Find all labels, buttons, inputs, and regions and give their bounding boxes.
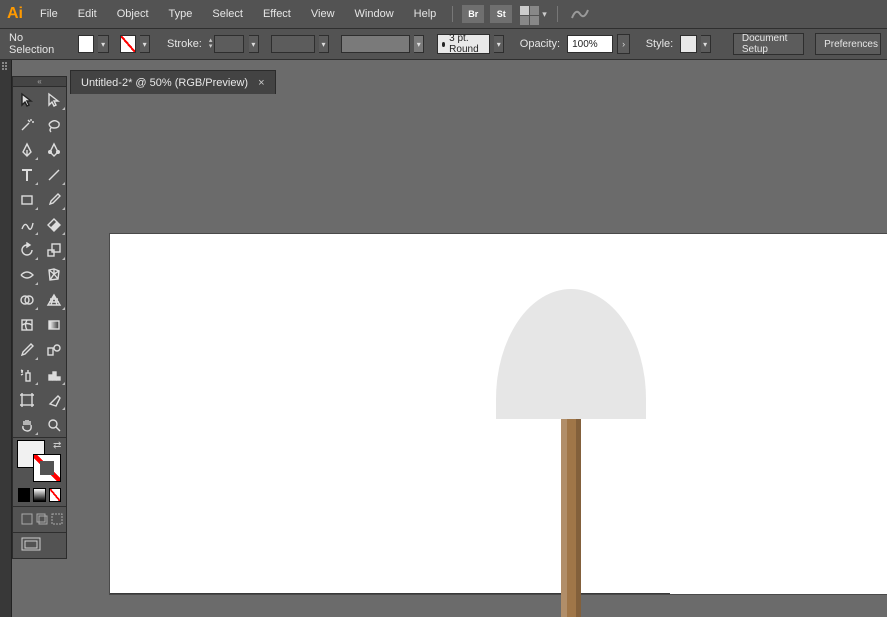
stroke-color-box[interactable]	[33, 454, 61, 482]
column-graph-tool[interactable]	[40, 362, 67, 387]
menu-object[interactable]: Object	[107, 0, 159, 28]
shovel-handle-shape[interactable]	[561, 409, 581, 617]
slice-tool[interactable]	[40, 387, 67, 412]
opacity-label: Opacity:	[517, 38, 563, 50]
stroke-swatch[interactable]	[120, 35, 136, 53]
menu-type[interactable]: Type	[159, 0, 203, 28]
disabled-field	[341, 35, 410, 53]
disabled-dropdown: ▾	[414, 35, 424, 53]
free-transform-tool[interactable]	[40, 262, 67, 287]
opacity-field[interactable]: 100%	[567, 35, 613, 53]
color-solid-button[interactable]	[18, 488, 30, 502]
menu-effect[interactable]: Effect	[253, 0, 301, 28]
dock-strip[interactable]	[0, 60, 12, 617]
artwork-shovel[interactable]	[496, 289, 646, 617]
zoom-tool[interactable]	[40, 412, 67, 437]
rotate-tool[interactable]	[13, 237, 40, 262]
screen-mode-button[interactable]	[13, 533, 66, 558]
menu-file[interactable]: File	[30, 0, 68, 28]
stock-button[interactable]: St	[490, 5, 512, 23]
fill-dropdown[interactable]: ▾	[98, 35, 108, 53]
lasso-tool[interactable]	[40, 112, 67, 137]
swap-fill-stroke-icon[interactable]: ⇄	[53, 440, 61, 451]
magic-wand-tool[interactable]	[13, 112, 40, 137]
fill-swatch[interactable]	[78, 35, 94, 53]
shape-builder-tool[interactable]	[13, 287, 40, 312]
perspective-grid-tool[interactable]	[40, 287, 67, 312]
style-dropdown[interactable]: ▾	[701, 35, 711, 53]
brush-dropdown[interactable]: ▾	[494, 35, 504, 53]
menu-view[interactable]: View	[301, 0, 345, 28]
shovel-head-shape[interactable]	[496, 289, 646, 419]
paintbrush-tool[interactable]	[40, 187, 67, 212]
style-label: Style:	[643, 38, 677, 50]
menu-edit[interactable]: Edit	[68, 0, 107, 28]
draw-behind-icon[interactable]	[36, 513, 48, 528]
stroke-weight-dropdown[interactable]: ▾	[249, 35, 259, 53]
canvas-viewport[interactable]	[70, 94, 887, 617]
shaper-tool[interactable]	[13, 212, 40, 237]
gpu-performance-icon[interactable]	[570, 6, 590, 23]
variable-width-profile[interactable]	[271, 35, 315, 53]
menu-select[interactable]: Select	[202, 0, 253, 28]
opacity-flyout[interactable]: ›	[617, 34, 630, 54]
grip-icon	[2, 62, 10, 70]
eyedropper-tool[interactable]	[13, 337, 40, 362]
gradient-tool[interactable]	[40, 312, 67, 337]
eraser-tool[interactable]	[40, 212, 67, 237]
draw-mode-row	[13, 507, 66, 532]
app-logo: Ai	[0, 0, 30, 28]
color-none-button[interactable]	[49, 488, 61, 502]
menu-separator-2	[557, 6, 558, 22]
close-tab-icon[interactable]: ×	[258, 77, 264, 89]
menu-help[interactable]: Help	[404, 0, 447, 28]
fill-stroke-control[interactable]: ⇄	[13, 438, 66, 484]
hand-tool[interactable]	[13, 412, 40, 437]
menu-separator	[452, 6, 453, 22]
arrange-documents-button[interactable]: ▾	[519, 5, 547, 24]
draw-normal-icon[interactable]	[21, 513, 33, 528]
stroke-label: Stroke:	[164, 38, 205, 50]
workspace: «	[0, 60, 887, 617]
line-segment-tool[interactable]	[40, 162, 67, 187]
options-bar: No Selection ▾ ▾ Stroke: ▴▾ ▾ ▾ ▾ 3 pt. …	[0, 28, 887, 60]
selection-status: No Selection	[6, 32, 57, 56]
color-gradient-button[interactable]	[33, 488, 45, 502]
preferences-button[interactable]: Preferences	[815, 33, 881, 55]
variable-width-dropdown[interactable]: ▾	[319, 35, 329, 53]
graphic-style-swatch[interactable]	[680, 35, 696, 53]
mesh-tool[interactable]	[13, 312, 40, 337]
curvature-tool[interactable]	[40, 137, 67, 162]
width-tool[interactable]	[13, 262, 40, 287]
document-tab-title: Untitled-2* @ 50% (RGB/Preview)	[81, 77, 248, 89]
menu-window[interactable]: Window	[345, 0, 404, 28]
stroke-weight-input[interactable]	[214, 35, 244, 53]
scale-tool[interactable]	[40, 237, 67, 262]
selection-tool[interactable]	[13, 87, 40, 112]
tool-panel: «	[12, 76, 67, 559]
brush-definition[interactable]: 3 pt. Round	[437, 34, 490, 54]
chevron-down-icon: ▾	[542, 9, 547, 20]
stroke-weight-stepper[interactable]: ▴▾	[209, 35, 245, 53]
document-setup-button[interactable]: Document Setup	[733, 33, 804, 55]
type-tool[interactable]	[13, 162, 40, 187]
artboard-tool[interactable]	[13, 387, 40, 412]
brush-dot-icon	[442, 42, 445, 47]
document-tab-bar: Untitled-2* @ 50% (RGB/Preview) ×	[70, 70, 276, 94]
menu-bar: Ai File Edit Object Type Select Effect V…	[0, 0, 887, 28]
color-mode-row	[13, 484, 66, 506]
symbol-sprayer-tool[interactable]	[13, 362, 40, 387]
tool-panel-handle[interactable]: «	[13, 77, 66, 87]
blend-tool[interactable]	[40, 337, 67, 362]
pen-tool[interactable]	[13, 137, 40, 162]
bridge-button[interactable]: Br	[462, 5, 484, 23]
direct-selection-tool[interactable]	[40, 87, 67, 112]
rectangle-tool[interactable]	[13, 187, 40, 212]
brush-name: 3 pt. Round	[449, 33, 485, 55]
draw-inside-icon[interactable]	[51, 513, 63, 528]
stroke-dropdown[interactable]: ▾	[140, 35, 150, 53]
document-tab[interactable]: Untitled-2* @ 50% (RGB/Preview) ×	[70, 70, 276, 94]
